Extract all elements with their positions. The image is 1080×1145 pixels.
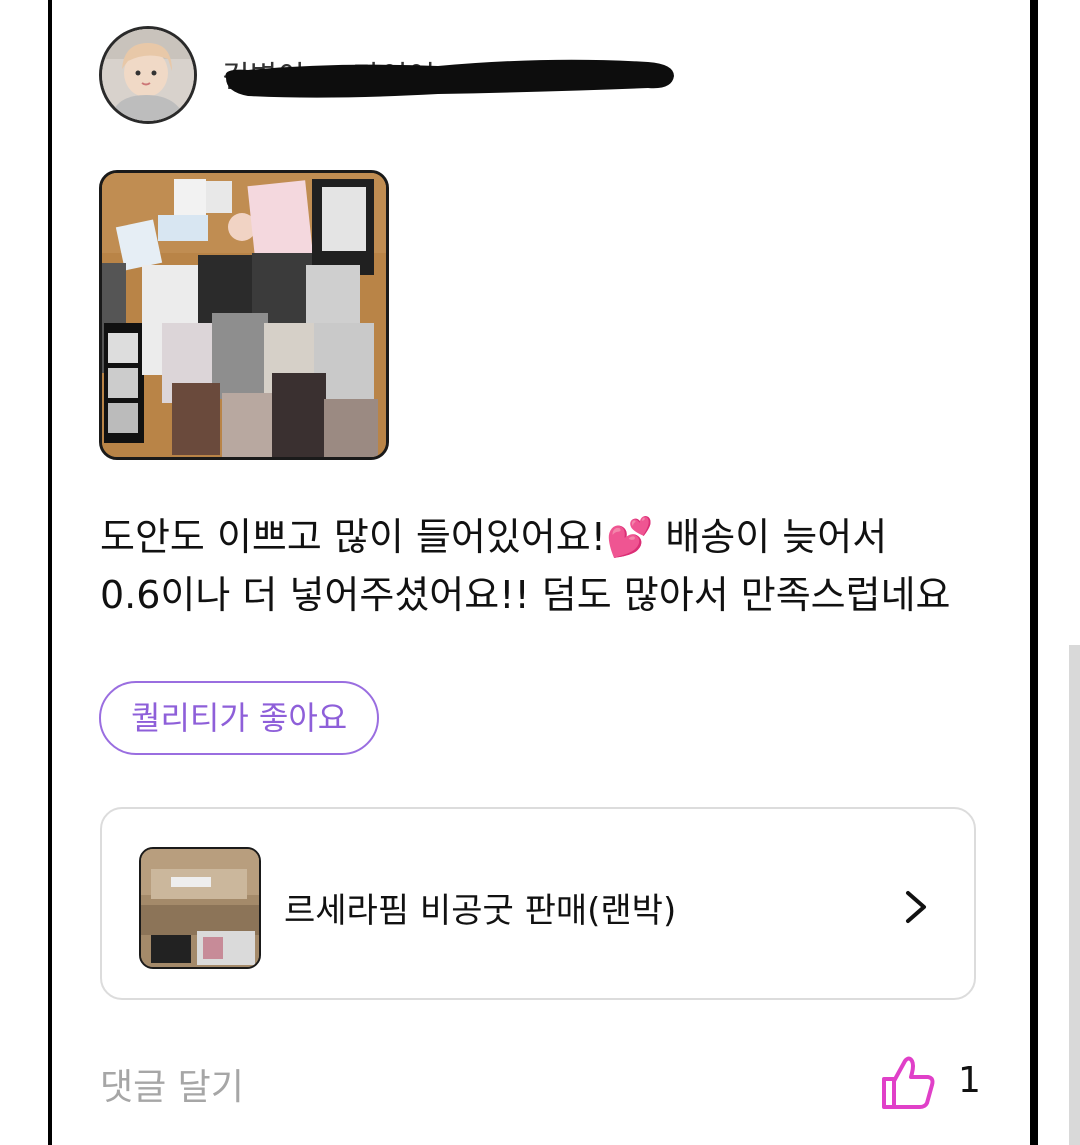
product-card[interactable]: 르세라핌 비공굿 판매(랜박)	[100, 807, 976, 1000]
review-text-line: 도안도 이쁘고 많이 들어있어요!💕 배송이 늦어서	[100, 515, 888, 559]
add-comment-button[interactable]: 댓글 달기	[100, 1058, 244, 1110]
review-text: 도안도 이쁘고 많이 들어있어요!💕 배송이 늦어서 0.6이나 더 넣어주셨어…	[100, 508, 1000, 624]
frame-right-border	[1030, 0, 1038, 1145]
chevron-right-icon[interactable]	[900, 887, 932, 927]
redaction-mark	[225, 59, 674, 98]
author-avatar[interactable]	[99, 26, 197, 124]
frame-left-border	[48, 0, 52, 1145]
product-thumbnail	[139, 847, 261, 969]
like-count: 1	[958, 1060, 981, 1101]
scrollbar-thumb[interactable]	[1069, 645, 1080, 1145]
product-title[interactable]: 르세라핌 비공굿 판매(랜박)	[284, 883, 676, 932]
thumbs-up-icon[interactable]	[878, 1053, 938, 1113]
review-tag-chip: 퀄리티가 좋아요	[99, 681, 380, 755]
review-text-line: 0.6이나 더 넣어주셨어요!! 덤도 많아서 만족스럽네요	[100, 573, 951, 617]
review-photo[interactable]	[99, 170, 389, 460]
